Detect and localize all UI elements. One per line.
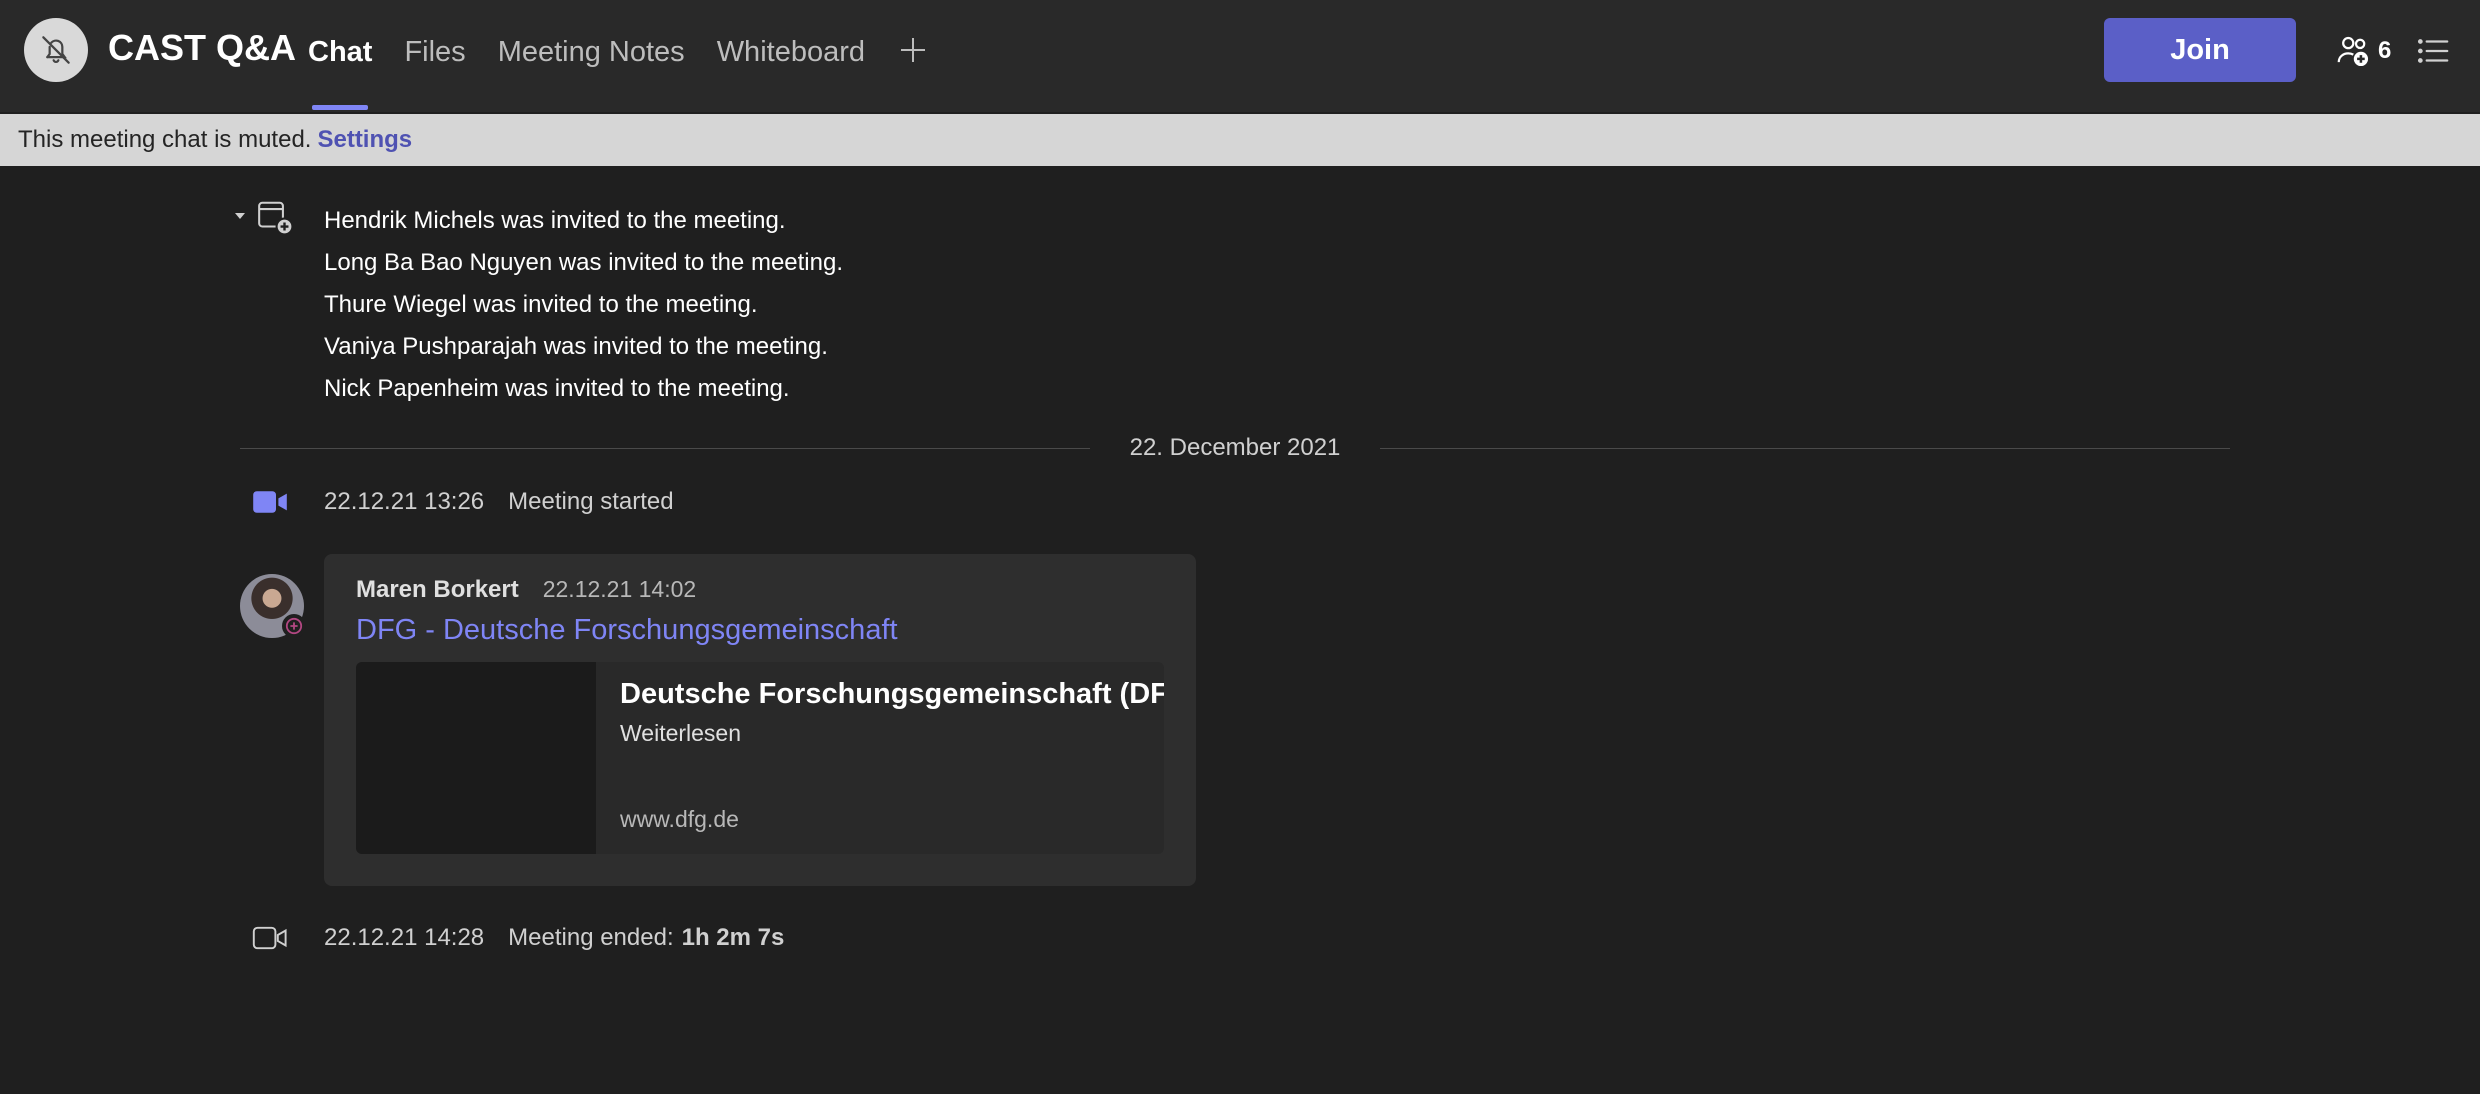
- video-camera-icon: [252, 926, 287, 950]
- presence-icon: [282, 614, 306, 638]
- event-text: Meeting ended:: [508, 924, 674, 951]
- list-item: Nick Papenheim was invited to the meetin…: [324, 375, 790, 402]
- settings-link[interactable]: Settings: [317, 126, 412, 153]
- meeting-ended-event: 22.12.21 14:28 Meeting ended: 1h 2m 7s: [252, 918, 784, 958]
- invite-icon: [258, 201, 294, 236]
- tab-whiteboard[interactable]: Whiteboard: [709, 0, 873, 112]
- event-time: 22.12.21 13:26: [324, 488, 485, 515]
- chat-message[interactable]: Maren Borkert 22.12.21 14:02 DFG - Deuts…: [324, 554, 1196, 886]
- message-link[interactable]: DFG - Deutsche Forschungsgemeinschaft: [356, 614, 898, 647]
- date-divider: 22. December 2021: [240, 428, 2231, 468]
- date-label: 22. December 2021: [1129, 434, 1341, 461]
- plus-icon: [901, 38, 925, 62]
- list-icon[interactable]: [2414, 32, 2452, 70]
- preview-title: Deutsche Forschungsgemeinschaft (DFG): [620, 678, 1164, 710]
- list-item: Vaniya Pushparajah was invited to the me…: [324, 333, 828, 360]
- list-item: Long Ba Bao Nguyen was invited to the me…: [324, 249, 843, 276]
- participants-count: 6: [2378, 37, 2392, 64]
- preview-thumbnail: [356, 662, 596, 854]
- preview-subtitle: Weiterlesen: [620, 720, 742, 746]
- tab-files[interactable]: Files: [396, 0, 473, 112]
- muted-banner-text: This meeting chat is muted.: [18, 126, 312, 153]
- add-tab-button[interactable]: [891, 0, 935, 100]
- tab-chat[interactable]: Chat: [300, 0, 380, 112]
- meeting-started-event: 22.12.21 13:26 Meeting started: [252, 482, 674, 522]
- join-button[interactable]: Join: [2104, 18, 2296, 82]
- message-author: Maren Borkert: [356, 576, 519, 603]
- divider-line: [1380, 447, 2231, 449]
- bell-off-icon[interactable]: [24, 18, 88, 82]
- chevron-down-icon[interactable]: [232, 208, 248, 224]
- message-time: 22.12.21 14:02: [542, 576, 697, 602]
- list-item: Hendrik Michels was invited to the meeti…: [324, 207, 786, 234]
- message-header: Maren Borkert 22.12.21 14:02: [356, 576, 696, 608]
- video-camera-icon: [253, 491, 287, 513]
- people-add-icon: [2337, 36, 2369, 67]
- event-time: 22.12.21 14:28: [324, 924, 485, 951]
- invite-list: Hendrik Michels was invited to the meeti…: [324, 200, 843, 410]
- tab-bar: Chat Files Meeting Notes Whiteboard: [300, 0, 935, 112]
- chat-area[interactable]: Hendrik Michels was invited to the meeti…: [0, 166, 2480, 1094]
- participants-button[interactable]: 6: [2334, 30, 2391, 72]
- muted-banner: This meeting chat is muted. Settings: [0, 114, 2480, 166]
- preview-url: www.dfg.de: [620, 806, 739, 832]
- event-text: Meeting started: [508, 488, 674, 515]
- divider-line: [240, 447, 1090, 449]
- link-preview-card[interactable]: Deutsche Forschungsgemeinschaft (DFG) We…: [356, 662, 1164, 854]
- tab-meeting-notes[interactable]: Meeting Notes: [490, 0, 693, 112]
- list-item: Thure Wiegel was invited to the meeting.: [324, 291, 758, 318]
- meeting-duration: 1h 2m 7s: [681, 924, 785, 951]
- meeting-title: CAST Q&A: [108, 27, 296, 68]
- meeting-header: CAST Q&A Chat Files Meeting Notes Whiteb…: [0, 0, 2480, 112]
